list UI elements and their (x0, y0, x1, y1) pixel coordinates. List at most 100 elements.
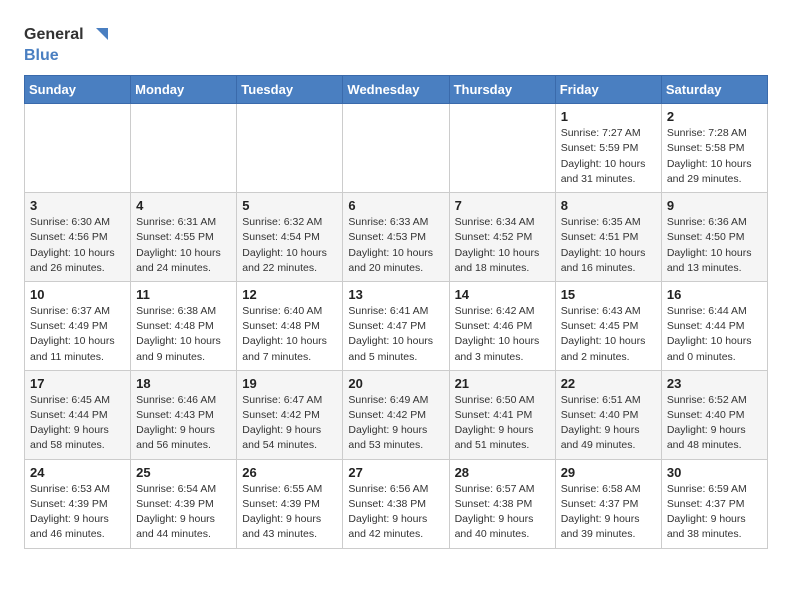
day-number: 20 (348, 376, 443, 391)
day-info: Sunrise: 6:51 AM Sunset: 4:40 PM Dayligh… (561, 393, 656, 454)
day-info: Sunrise: 6:50 AM Sunset: 4:41 PM Dayligh… (455, 393, 550, 454)
header-row: SundayMondayTuesdayWednesdayThursdayFrid… (25, 76, 768, 104)
day-header-saturday: Saturday (661, 76, 767, 104)
page-header: General Blue (24, 20, 768, 65)
week-row-5: 24 Sunrise: 6:53 AM Sunset: 4:39 PM Dayli… (25, 459, 768, 548)
day-cell: 26 Sunrise: 6:55 AM Sunset: 4:39 PM Dayli… (237, 459, 343, 548)
day-info: Sunrise: 6:41 AM Sunset: 4:47 PM Dayligh… (348, 304, 443, 365)
day-number: 28 (455, 465, 550, 480)
day-number: 19 (242, 376, 337, 391)
day-number: 29 (561, 465, 656, 480)
day-header-wednesday: Wednesday (343, 76, 449, 104)
day-info: Sunrise: 6:38 AM Sunset: 4:48 PM Dayligh… (136, 304, 231, 365)
day-info: Sunrise: 6:57 AM Sunset: 4:38 PM Dayligh… (455, 482, 550, 543)
day-number: 3 (30, 198, 125, 213)
day-cell: 4 Sunrise: 6:31 AM Sunset: 4:55 PM Daylig… (131, 193, 237, 282)
day-header-tuesday: Tuesday (237, 76, 343, 104)
day-info: Sunrise: 6:58 AM Sunset: 4:37 PM Dayligh… (561, 482, 656, 543)
day-number: 14 (455, 287, 550, 302)
day-cell: 25 Sunrise: 6:54 AM Sunset: 4:39 PM Dayli… (131, 459, 237, 548)
day-cell: 6Sunrise: 6:33 AM Sunset: 4:53 PM Daylig… (343, 193, 449, 282)
day-number: 13 (348, 287, 443, 302)
day-header-thursday: Thursday (449, 76, 555, 104)
day-info: Sunrise: 6:53 AM Sunset: 4:39 PM Dayligh… (30, 482, 125, 543)
week-row-2: 3 Sunrise: 6:30 AM Sunset: 4:56 PM Daylig… (25, 193, 768, 282)
day-info: Sunrise: 6:36 AM Sunset: 4:50 PM Dayligh… (667, 215, 762, 276)
day-info: Sunrise: 6:45 AM Sunset: 4:44 PM Dayligh… (30, 393, 125, 454)
day-info: Sunrise: 6:56 AM Sunset: 4:38 PM Dayligh… (348, 482, 443, 543)
day-cell (343, 104, 449, 193)
day-cell: 18Sunrise: 6:46 AM Sunset: 4:43 PM Dayli… (131, 370, 237, 459)
day-info: Sunrise: 6:42 AM Sunset: 4:46 PM Dayligh… (455, 304, 550, 365)
day-number: 4 (136, 198, 231, 213)
day-info: Sunrise: 6:49 AM Sunset: 4:42 PM Dayligh… (348, 393, 443, 454)
day-cell: 17 Sunrise: 6:45 AM Sunset: 4:44 PM Dayli… (25, 370, 131, 459)
day-number: 15 (561, 287, 656, 302)
day-cell (449, 104, 555, 193)
day-cell: 20 Sunrise: 6:49 AM Sunset: 4:42 PM Dayli… (343, 370, 449, 459)
day-cell (237, 104, 343, 193)
day-number: 11 (136, 287, 231, 302)
day-number: 1 (561, 109, 656, 124)
day-cell: 19 Sunrise: 6:47 AM Sunset: 4:42 PM Dayli… (237, 370, 343, 459)
day-info: Sunrise: 6:55 AM Sunset: 4:39 PM Dayligh… (242, 482, 337, 543)
day-info: Sunrise: 6:33 AM Sunset: 4:53 PM Dayligh… (348, 215, 443, 276)
day-cell: 22 Sunrise: 6:51 AM Sunset: 4:40 PM Dayli… (555, 370, 661, 459)
day-info: Sunrise: 6:47 AM Sunset: 4:42 PM Dayligh… (242, 393, 337, 454)
day-cell: 3 Sunrise: 6:30 AM Sunset: 4:56 PM Daylig… (25, 193, 131, 282)
day-number: 23 (667, 376, 762, 391)
logo-general: General (24, 25, 84, 44)
day-cell: 16 Sunrise: 6:44 AM Sunset: 4:44 PM Dayli… (661, 281, 767, 370)
logo-arrow-icon (86, 24, 108, 46)
week-row-4: 17 Sunrise: 6:45 AM Sunset: 4:44 PM Dayli… (25, 370, 768, 459)
day-number: 7 (455, 198, 550, 213)
day-number: 25 (136, 465, 231, 480)
day-cell: 28 Sunrise: 6:57 AM Sunset: 4:38 PM Dayli… (449, 459, 555, 548)
day-number: 24 (30, 465, 125, 480)
day-info: Sunrise: 6:44 AM Sunset: 4:44 PM Dayligh… (667, 304, 762, 365)
day-info: Sunrise: 6:37 AM Sunset: 4:49 PM Dayligh… (30, 304, 125, 365)
day-info: Sunrise: 6:34 AM Sunset: 4:52 PM Dayligh… (455, 215, 550, 276)
day-info: Sunrise: 6:54 AM Sunset: 4:39 PM Dayligh… (136, 482, 231, 543)
week-row-3: 10 Sunrise: 6:37 AM Sunset: 4:49 PM Dayli… (25, 281, 768, 370)
day-cell: 14 Sunrise: 6:42 AM Sunset: 4:46 PM Dayli… (449, 281, 555, 370)
day-cell: 8Sunrise: 6:35 AM Sunset: 4:51 PM Daylig… (555, 193, 661, 282)
day-info: Sunrise: 6:32 AM Sunset: 4:54 PM Dayligh… (242, 215, 337, 276)
day-cell: 7 Sunrise: 6:34 AM Sunset: 4:52 PM Daylig… (449, 193, 555, 282)
day-cell: 1 Sunrise: 7:27 AM Sunset: 5:59 PM Daylig… (555, 104, 661, 193)
day-info: Sunrise: 6:30 AM Sunset: 4:56 PM Dayligh… (30, 215, 125, 276)
day-number: 5 (242, 198, 337, 213)
day-cell: 29 Sunrise: 6:58 AM Sunset: 4:37 PM Dayli… (555, 459, 661, 548)
day-number: 17 (30, 376, 125, 391)
day-number: 22 (561, 376, 656, 391)
day-number: 16 (667, 287, 762, 302)
day-cell: 10 Sunrise: 6:37 AM Sunset: 4:49 PM Dayli… (25, 281, 131, 370)
logo: General Blue (24, 24, 108, 65)
day-info: Sunrise: 6:59 AM Sunset: 4:37 PM Dayligh… (667, 482, 762, 543)
logo-blue: Blue (24, 46, 59, 65)
day-info: Sunrise: 6:40 AM Sunset: 4:48 PM Dayligh… (242, 304, 337, 365)
day-info: Sunrise: 7:28 AM Sunset: 5:58 PM Dayligh… (667, 126, 762, 187)
day-cell: 23Sunrise: 6:52 AM Sunset: 4:40 PM Dayli… (661, 370, 767, 459)
day-number: 26 (242, 465, 337, 480)
day-cell: 9 Sunrise: 6:36 AM Sunset: 4:50 PM Daylig… (661, 193, 767, 282)
day-cell: 21 Sunrise: 6:50 AM Sunset: 4:41 PM Dayli… (449, 370, 555, 459)
day-cell: 2 Sunrise: 7:28 AM Sunset: 5:58 PM Daylig… (661, 104, 767, 193)
day-info: Sunrise: 6:43 AM Sunset: 4:45 PM Dayligh… (561, 304, 656, 365)
day-number: 8 (561, 198, 656, 213)
day-cell: 12Sunrise: 6:40 AM Sunset: 4:48 PM Dayli… (237, 281, 343, 370)
day-cell: 11 Sunrise: 6:38 AM Sunset: 4:48 PM Dayli… (131, 281, 237, 370)
day-header-sunday: Sunday (25, 76, 131, 104)
day-info: Sunrise: 6:31 AM Sunset: 4:55 PM Dayligh… (136, 215, 231, 276)
day-number: 18 (136, 376, 231, 391)
day-number: 27 (348, 465, 443, 480)
calendar-table: SundayMondayTuesdayWednesdayThursdayFrid… (24, 75, 768, 548)
day-cell (131, 104, 237, 193)
day-number: 10 (30, 287, 125, 302)
day-cell (25, 104, 131, 193)
day-number: 30 (667, 465, 762, 480)
day-number: 2 (667, 109, 762, 124)
day-info: Sunrise: 7:27 AM Sunset: 5:59 PM Dayligh… (561, 126, 656, 187)
day-number: 9 (667, 198, 762, 213)
day-number: 21 (455, 376, 550, 391)
